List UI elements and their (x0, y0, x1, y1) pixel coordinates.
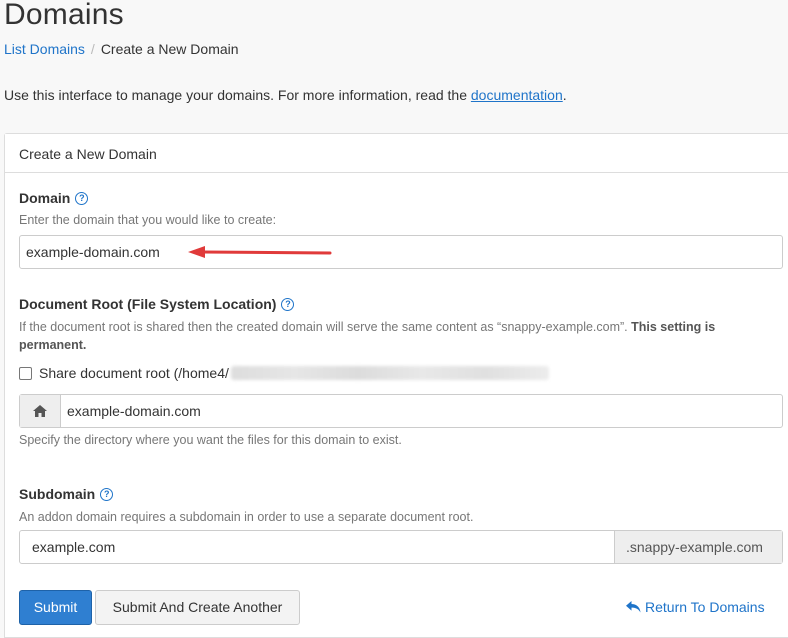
domain-label-text: Domain (19, 190, 71, 206)
home-icon (20, 395, 61, 427)
subdomain-label-text: Subdomain (19, 486, 96, 502)
subdomain-help-icon[interactable]: ? (100, 487, 114, 501)
domain-label: Domain ? (19, 190, 89, 206)
breadcrumb: List Domains / Create a New Domain (4, 41, 239, 57)
domain-help-icon[interactable]: ? (75, 191, 89, 205)
breadcrumb-current: Create a New Domain (100, 41, 239, 57)
subdomain-help-text: An addon domain requires a subdomain in … (19, 510, 474, 524)
page-title: Domains (4, 0, 124, 31)
docroot-input[interactable]: example-domain.com (61, 395, 782, 427)
return-to-domains-link[interactable]: Return To Domains (626, 599, 765, 615)
redacted-path (230, 366, 549, 380)
breadcrumb-list-domains-link[interactable]: List Domains (4, 41, 85, 57)
submit-and-create-another-button[interactable]: Submit And Create Another (95, 590, 300, 625)
docroot-label: Document Root (File System Location) ? (19, 296, 295, 312)
red-arrow-annotation-icon (188, 246, 332, 258)
intro-text-end: . (562, 87, 567, 103)
breadcrumb-separator: / (90, 41, 95, 57)
share-docroot-label[interactable]: Share document root (/home4/ (39, 365, 229, 381)
create-domain-panel: Create a New Domain Domain ? Enter the d… (4, 133, 788, 638)
subdomain-suffix: .snappy-example.com (614, 531, 782, 563)
domain-help-text: Enter the domain that you would like to … (19, 213, 277, 227)
documentation-link[interactable]: documentation (471, 87, 563, 103)
submit-button[interactable]: Submit (19, 590, 92, 625)
docroot-help-icon[interactable]: ? (281, 297, 295, 311)
docroot-help-body: If the document root is shared then the … (19, 320, 632, 334)
subdomain-input-group: example.com .snappy-example.com (19, 530, 783, 564)
panel-heading: Create a New Domain (5, 134, 788, 173)
intro-text: Use this interface to manage your domain… (4, 87, 567, 103)
domain-input[interactable]: example-domain.com (19, 235, 783, 269)
docroot-help-text: If the document root is shared then the … (19, 318, 783, 354)
share-docroot-checkbox[interactable] (19, 366, 32, 380)
docroot-input-group: example-domain.com (19, 394, 783, 428)
reply-arrow-icon (626, 601, 641, 613)
return-to-domains-label[interactable]: Return To Domains (645, 599, 765, 615)
subdomain-label: Subdomain ? (19, 486, 114, 502)
docroot-label-text: Document Root (File System Location) (19, 296, 277, 312)
docroot-help-text-2: Specify the directory where you want the… (19, 433, 402, 447)
subdomain-input[interactable]: example.com (20, 531, 614, 563)
share-docroot-row: Share document root (/home4/ (19, 365, 549, 381)
intro-text-body: Use this interface to manage your domain… (4, 87, 471, 103)
